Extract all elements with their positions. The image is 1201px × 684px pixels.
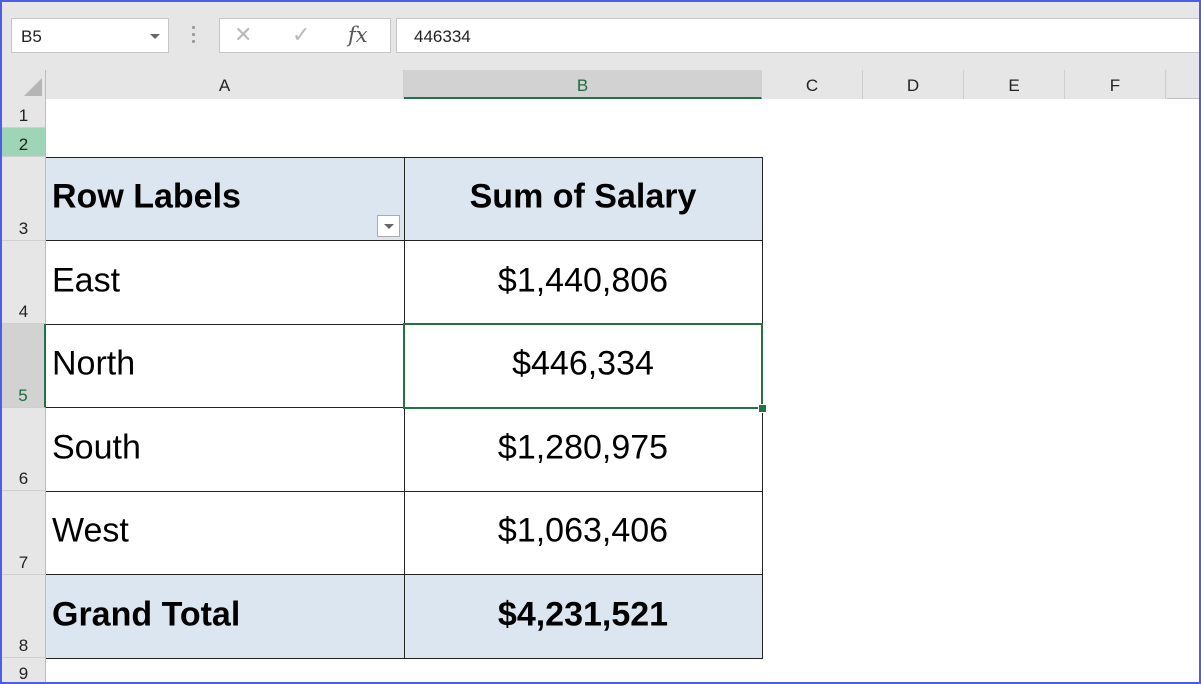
column-header-e[interactable]: E bbox=[964, 70, 1065, 99]
row-number: 7 bbox=[18, 553, 29, 572]
drag-handle-icon[interactable] bbox=[192, 26, 196, 48]
cell-text: $1,063,406 bbox=[497, 511, 669, 550]
pivot-row-value[interactable]: $1,280,975 bbox=[404, 408, 762, 491]
cell-text: West bbox=[52, 511, 129, 550]
select-all-button[interactable] bbox=[2, 70, 46, 99]
cell-text: Grand Total bbox=[52, 595, 241, 634]
pivot-row-value[interactable]: $1,063,406 bbox=[404, 491, 762, 575]
pivot-header-value-field[interactable]: Sum of Salary bbox=[404, 157, 762, 241]
grand-total-value[interactable]: $4,231,521 bbox=[404, 575, 762, 658]
cell-text: $1,280,975 bbox=[497, 428, 669, 467]
pivot-row-label[interactable]: South bbox=[46, 408, 404, 491]
row-number: 6 bbox=[18, 469, 29, 488]
cell-text: $1,440,806 bbox=[497, 261, 669, 300]
row-header-7[interactable]: 7 bbox=[2, 491, 46, 575]
value-field-text: Sum of Salary bbox=[469, 177, 697, 216]
row-header-8[interactable]: 8 bbox=[2, 575, 46, 658]
row-number: 5 bbox=[18, 386, 28, 405]
insert-function-icon[interactable]: fx bbox=[348, 23, 368, 47]
chevron-down-icon bbox=[384, 224, 394, 229]
column-header-d[interactable]: D bbox=[863, 70, 964, 99]
column-header-c[interactable]: C bbox=[762, 70, 863, 99]
column-header-b[interactable]: B bbox=[404, 70, 762, 99]
pivot-row-label[interactable]: East bbox=[46, 241, 404, 324]
active-cell-selection bbox=[403, 323, 763, 409]
grand-total-label[interactable]: Grand Total bbox=[46, 575, 404, 658]
pivot-header-row-labels[interactable]: Row Labels bbox=[46, 157, 404, 241]
cell-text: East bbox=[52, 261, 121, 300]
excel-window: B5 ✕ ✓ fx 446334 A B C D E F 1 2 3 4 5 6… bbox=[0, 0, 1201, 684]
column-header-f[interactable]: F bbox=[1065, 70, 1166, 99]
row-number: 8 bbox=[18, 636, 29, 655]
row-header-5[interactable]: 5 bbox=[2, 324, 46, 408]
row-header-2[interactable]: 2 bbox=[2, 128, 46, 157]
column-header-a[interactable]: A bbox=[46, 70, 404, 99]
name-box-value: B5 bbox=[21, 27, 42, 46]
gridline bbox=[1166, 70, 1167, 99]
row-number: 3 bbox=[18, 219, 29, 238]
row-number: 4 bbox=[18, 302, 29, 321]
row-header-9[interactable]: 9 bbox=[2, 658, 46, 683]
pivot-row-label[interactable]: North bbox=[46, 324, 404, 408]
pivot-row-label[interactable]: West bbox=[46, 491, 404, 575]
select-all-icon bbox=[24, 78, 42, 96]
cell-text: South bbox=[52, 428, 141, 467]
cell-text: North bbox=[52, 344, 136, 383]
fill-handle[interactable] bbox=[758, 404, 767, 413]
row-number: 9 bbox=[18, 664, 29, 683]
row-number: 1 bbox=[18, 106, 29, 125]
name-box[interactable]: B5 bbox=[11, 18, 169, 53]
row-number: 2 bbox=[18, 135, 29, 154]
check-icon[interactable]: ✓ bbox=[292, 22, 310, 48]
formula-input[interactable]: 446334 bbox=[396, 18, 1199, 53]
cell-text: $4,231,521 bbox=[497, 595, 669, 634]
formula-input-value: 446334 bbox=[414, 27, 471, 46]
formula-buttons: ✕ ✓ fx bbox=[219, 18, 391, 53]
row-header-3[interactable]: 3 bbox=[2, 157, 46, 241]
filter-dropdown-button[interactable] bbox=[377, 215, 400, 237]
cancel-icon[interactable]: ✕ bbox=[234, 22, 252, 48]
row-labels-text: Row Labels bbox=[52, 177, 241, 216]
row-header-4[interactable]: 4 bbox=[2, 241, 46, 324]
row-header-1[interactable]: 1 bbox=[2, 99, 46, 128]
row-header-6[interactable]: 6 bbox=[2, 408, 46, 491]
pivot-row-value[interactable]: $1,440,806 bbox=[404, 241, 762, 324]
chevron-down-icon[interactable] bbox=[150, 34, 160, 39]
